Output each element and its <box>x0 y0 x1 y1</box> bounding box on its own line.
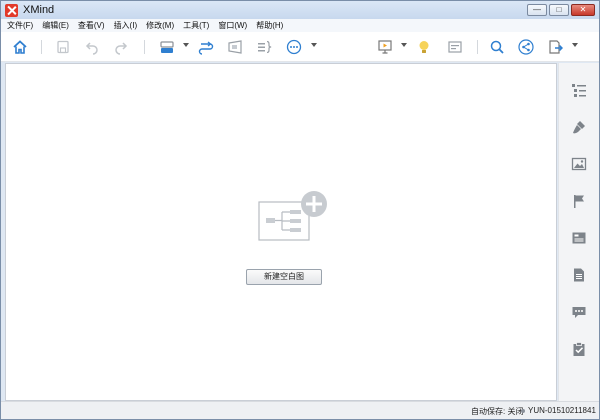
window-controls: — □ ✕ <box>527 4 595 16</box>
xmind-window: XMind — □ ✕ 文件(F) 编辑(E) 查看(V) 插入(I) 修改(M… <box>0 0 600 420</box>
export-dropdown-arrow[interactable] <box>572 43 578 47</box>
xmind-logo-icon <box>5 3 18 17</box>
presentation-icon[interactable] <box>376 38 394 56</box>
notes-icon[interactable] <box>571 230 587 246</box>
document-icon[interactable] <box>571 267 587 283</box>
undo-icon[interactable] <box>83 38 101 56</box>
user-account[interactable]: YUN-01510211841 <box>528 406 596 415</box>
title-bar: XMind — □ ✕ <box>1 1 599 19</box>
task-clipboard-icon[interactable] <box>571 341 587 357</box>
outline-view-icon[interactable] <box>446 38 464 56</box>
maximize-button[interactable]: □ <box>549 4 569 16</box>
redo-icon[interactable] <box>112 38 130 56</box>
marker-flag-icon[interactable] <box>571 193 587 209</box>
menu-edit[interactable]: 编辑(E) <box>42 20 69 31</box>
menu-insert[interactable]: 插入(I) <box>114 20 138 31</box>
structure-dropdown-arrow[interactable] <box>183 43 189 47</box>
menu-bar: 文件(F) 编辑(E) 查看(V) 插入(I) 修改(M) 工具(T) 窗口(W… <box>1 19 599 32</box>
menu-window[interactable]: 窗口(W) <box>218 20 247 31</box>
menu-help[interactable]: 帮助(H) <box>256 20 283 31</box>
more-dropdown-arrow[interactable] <box>311 43 317 47</box>
close-button[interactable]: ✕ <box>571 4 595 16</box>
image-icon[interactable] <box>571 156 587 172</box>
menu-tools[interactable]: 工具(T) <box>183 20 209 31</box>
user-status-dot-icon <box>521 409 525 413</box>
new-blank-map-button[interactable]: 新建空白图 <box>246 269 322 285</box>
home-icon[interactable] <box>11 38 29 56</box>
share-icon[interactable] <box>517 38 535 56</box>
toolbar-separator <box>144 40 145 54</box>
search-icon[interactable] <box>488 38 506 56</box>
editor-canvas[interactable]: 新建空白图 <box>5 63 557 401</box>
relationship-icon[interactable] <box>197 38 215 56</box>
autosave-status[interactable]: 自动保存: 关闭 <box>471 406 523 417</box>
more-icon[interactable] <box>285 38 303 56</box>
format-brush-icon[interactable] <box>571 119 587 135</box>
toolbar-separator <box>477 40 478 54</box>
blank-map-icon[interactable] <box>258 190 330 242</box>
summary-icon[interactable] <box>255 38 273 56</box>
minimize-button[interactable]: — <box>527 4 547 16</box>
export-icon[interactable] <box>546 38 564 56</box>
comment-icon[interactable] <box>571 304 587 320</box>
toolbar-separator <box>41 40 42 54</box>
menu-modify[interactable]: 修改(M) <box>146 20 174 31</box>
save-icon[interactable] <box>54 38 72 56</box>
presentation-dropdown-arrow[interactable] <box>401 43 407 47</box>
boundary-icon[interactable] <box>226 38 244 56</box>
status-bar: 自动保存: 关闭 YUN-01510211841 <box>1 401 599 419</box>
brainstorm-icon[interactable] <box>415 38 433 56</box>
right-sidebar <box>558 63 599 401</box>
main-toolbar <box>1 32 599 62</box>
window-title: XMind <box>23 4 55 16</box>
menu-view[interactable]: 查看(V) <box>78 20 105 31</box>
menu-file[interactable]: 文件(F) <box>7 20 33 31</box>
structure-icon[interactable] <box>158 38 176 56</box>
outline-icon[interactable] <box>571 82 587 98</box>
